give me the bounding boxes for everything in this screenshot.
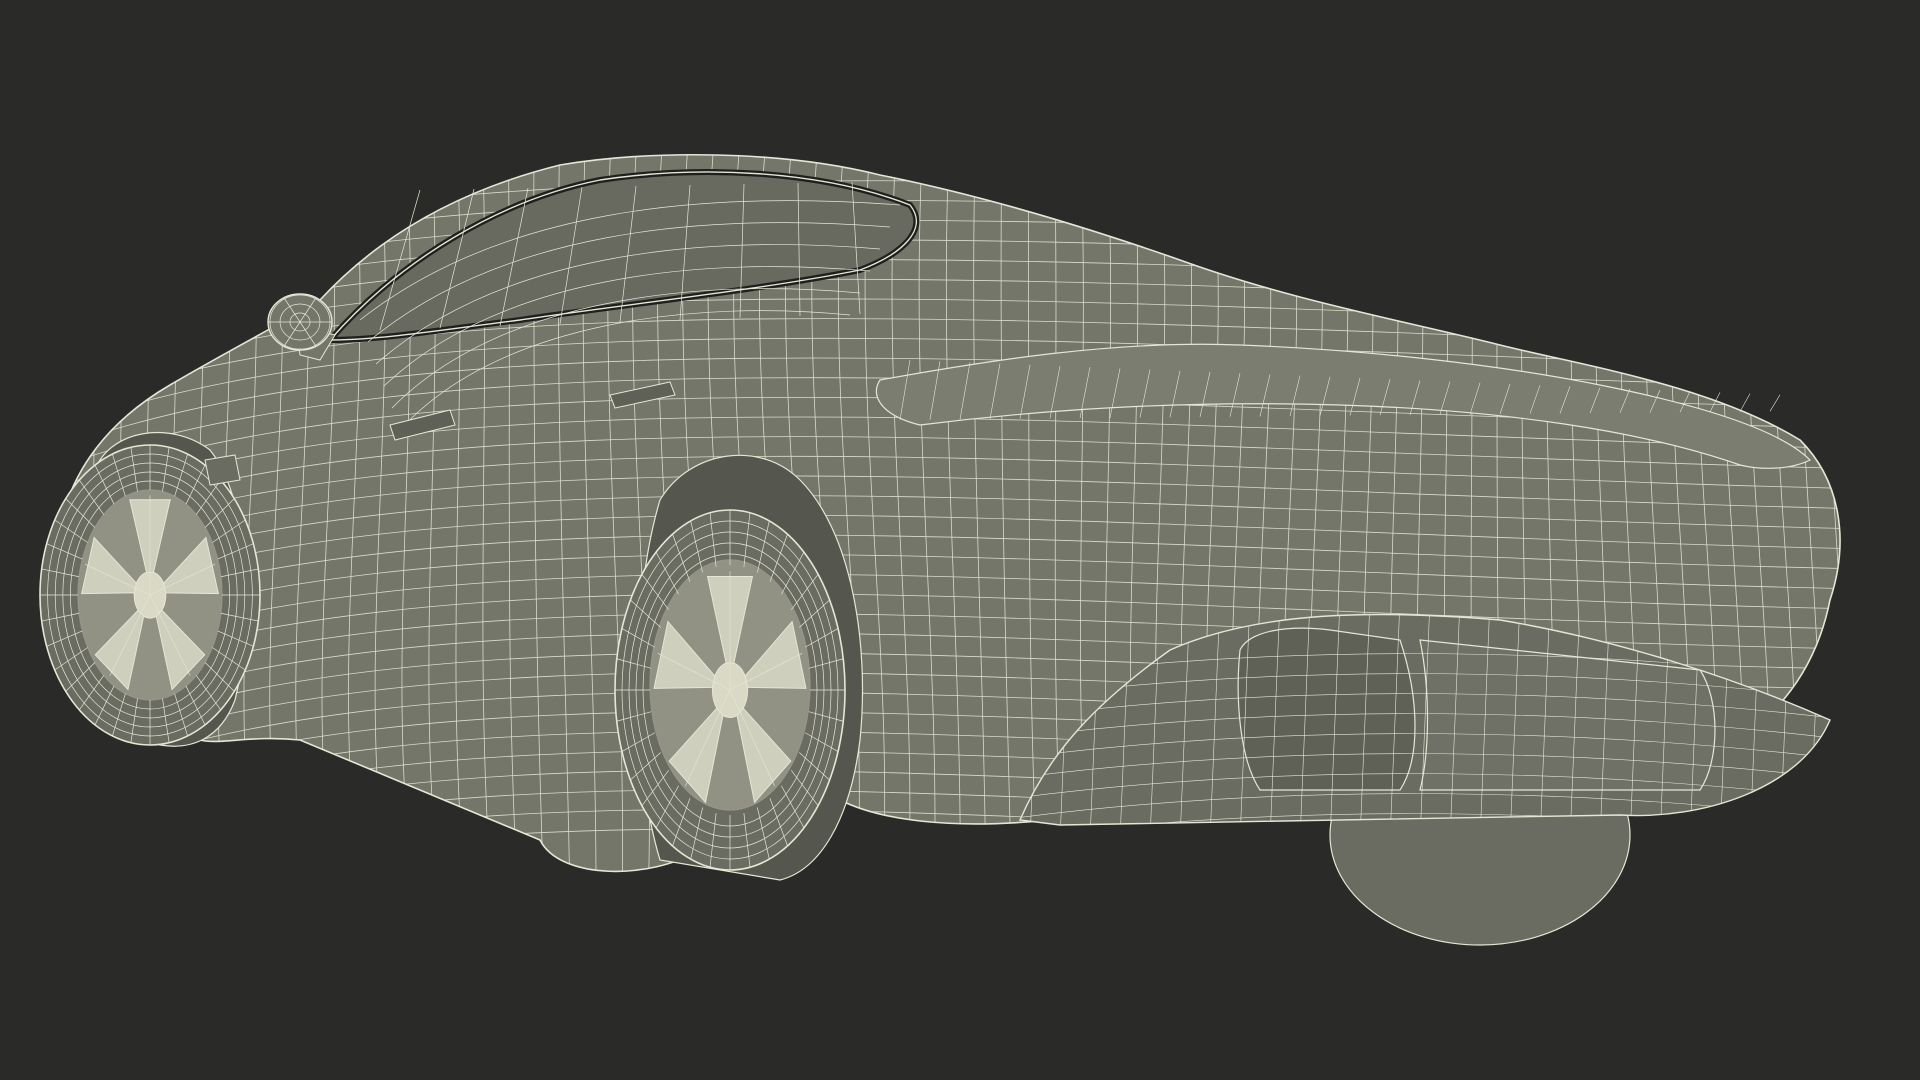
car-body: [59, 153, 1841, 873]
near-rear-wheel: [614, 509, 846, 871]
car-wireframe-render: [39, 153, 1841, 946]
side-marker-light: [204, 454, 241, 486]
near-front-wheel: [39, 444, 261, 746]
render-viewport[interactable]: [0, 0, 1920, 1080]
